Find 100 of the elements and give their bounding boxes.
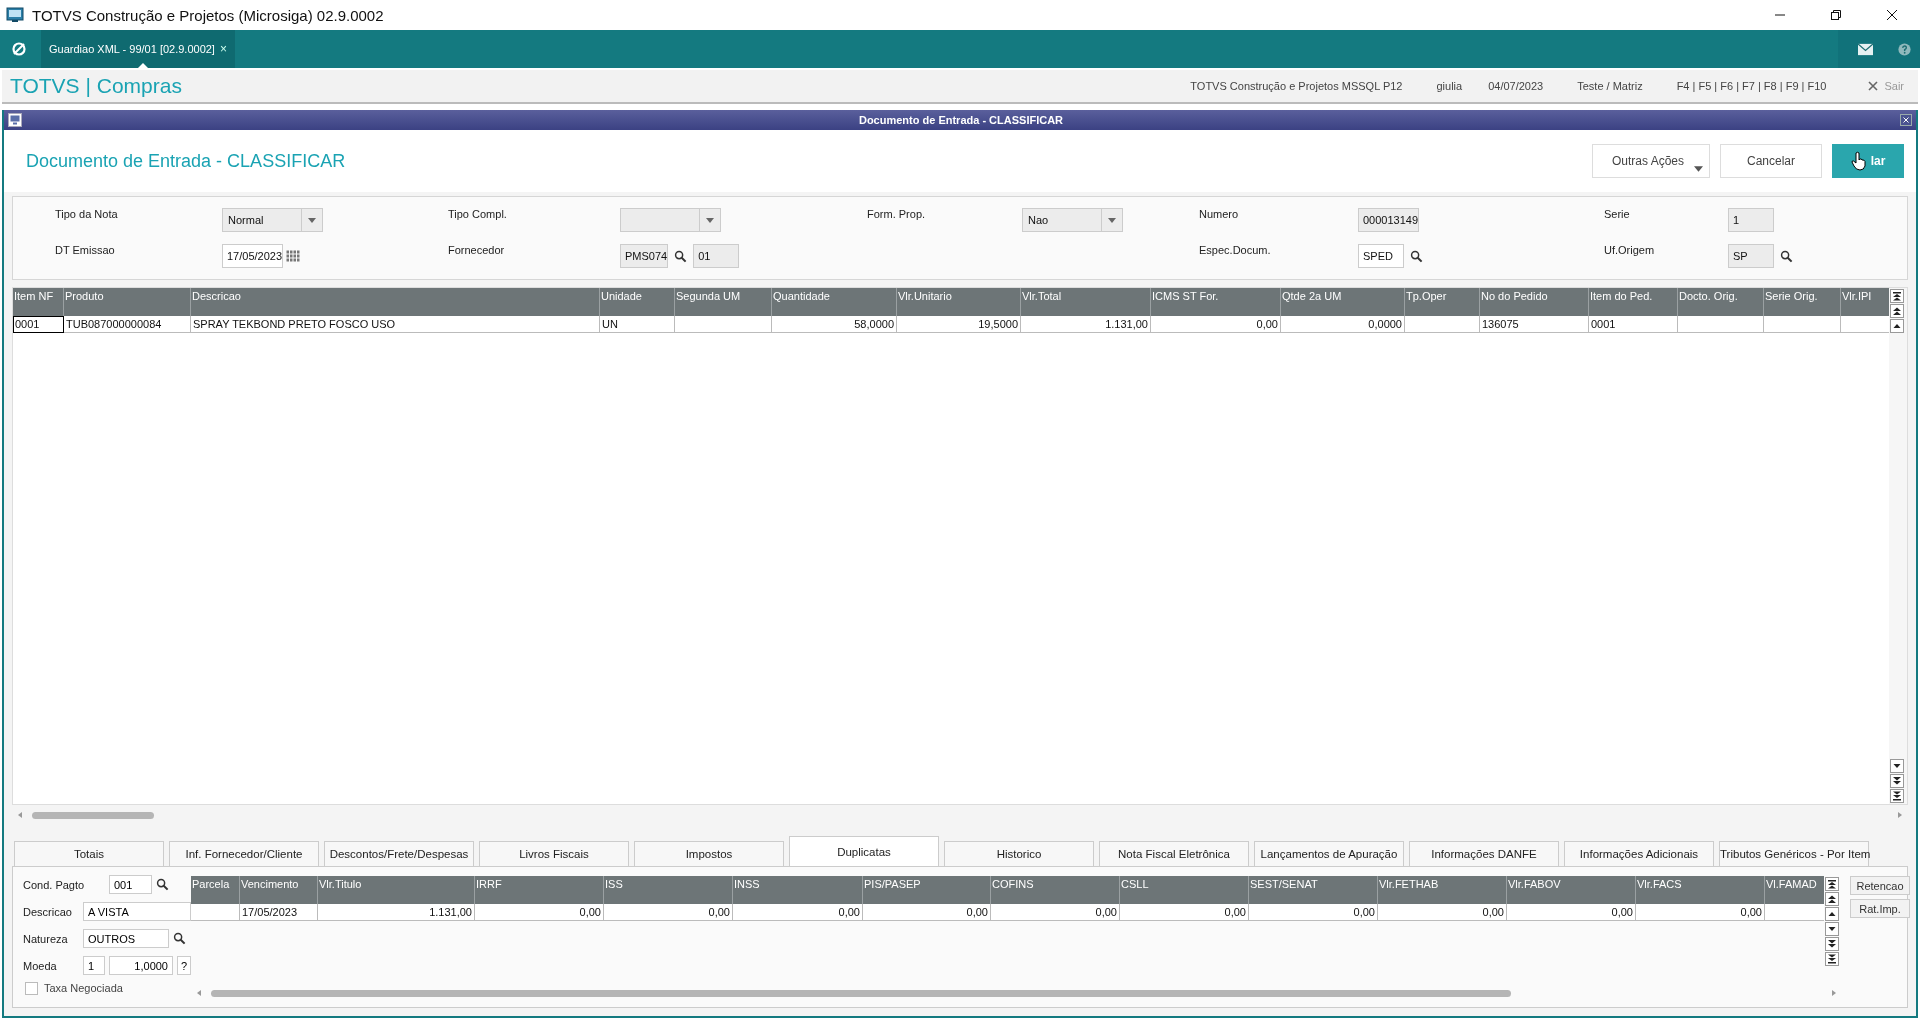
mail-icon[interactable] bbox=[1858, 42, 1873, 56]
scroll-up-icon[interactable] bbox=[1825, 892, 1839, 906]
folder-tab[interactable]: Informações DANFE bbox=[1409, 841, 1559, 866]
restore-icon[interactable] bbox=[1830, 9, 1842, 21]
close-icon[interactable] bbox=[1900, 114, 1912, 126]
status-text: TOTVS Construção e Projetos MSSQL P12 bbox=[1190, 80, 1403, 92]
table-cell: 0001 bbox=[13, 316, 64, 333]
folder-tab[interactable]: Descontos/Frete/Despesas bbox=[324, 841, 474, 866]
folder-tab[interactable]: Historico bbox=[944, 841, 1094, 866]
caret-icon bbox=[706, 217, 714, 223]
page-heading: Documento de Entrada - CLASSIFICAR bbox=[26, 150, 346, 172]
folder-tab[interactable]: Impostos bbox=[634, 841, 784, 866]
field-label: Moeda bbox=[23, 959, 58, 972]
close-icon[interactable] bbox=[1886, 9, 1898, 21]
scroll-left-icon[interactable] bbox=[195, 989, 203, 997]
app-icon bbox=[6, 7, 24, 23]
folder-tab[interactable]: Tributos Genéricos - Por Item bbox=[1719, 841, 1869, 866]
side-button[interactable]: Retencao bbox=[1850, 876, 1910, 895]
scroll-up-icon[interactable] bbox=[1825, 877, 1839, 891]
scroll-down-icon[interactable] bbox=[1825, 937, 1839, 951]
scroll-right-icon[interactable] bbox=[1896, 811, 1904, 819]
field-label: Numero bbox=[1199, 207, 1240, 220]
scroll-down-icon[interactable] bbox=[1825, 922, 1839, 936]
table-cell: 0,00 bbox=[475, 904, 604, 921]
table-cell: 1.131,00 bbox=[318, 904, 475, 921]
scroll-up-icon[interactable] bbox=[1890, 304, 1904, 318]
scroll-up-icon[interactable] bbox=[1890, 319, 1904, 333]
scroll-down-icon[interactable] bbox=[1825, 952, 1839, 966]
folder-tab[interactable]: Livros Fiscais bbox=[479, 841, 629, 866]
checkbox-label: Taxa Negociada bbox=[44, 982, 123, 994]
hand-cursor-icon bbox=[1850, 151, 1867, 171]
table-cell: 0,00 bbox=[604, 904, 733, 921]
scroll-down-icon[interactable] bbox=[1890, 789, 1904, 803]
action-button[interactable]: Outras Ações bbox=[1592, 144, 1710, 178]
input-field[interactable]: 001 bbox=[109, 875, 152, 894]
folder-tab[interactable]: Informações Adicionais bbox=[1564, 841, 1714, 866]
search-icon[interactable] bbox=[1780, 249, 1793, 263]
scroll-up-icon[interactable] bbox=[1890, 289, 1904, 303]
folder-tab[interactable]: Duplicatas bbox=[789, 836, 939, 866]
input-field[interactable]: 1,0000 bbox=[109, 956, 173, 975]
program-tab[interactable]: Guardiao XML - 99/01 [02.9.0002] × bbox=[41, 30, 235, 68]
field-label: Fornecedor bbox=[448, 243, 506, 256]
field-label: Espec.Docum. bbox=[1199, 243, 1272, 256]
folder-tab[interactable]: Inf. Fornecedor/Cliente bbox=[169, 841, 319, 866]
table-cell: 0,00 bbox=[1636, 904, 1765, 921]
table-cell: UN bbox=[600, 316, 675, 333]
calendar-icon[interactable] bbox=[286, 250, 301, 262]
input-field[interactable]: A VISTA bbox=[83, 902, 191, 921]
field-label: Form. Prop. bbox=[867, 207, 927, 220]
input-field[interactable]: SPED bbox=[1358, 244, 1404, 268]
folder-tab[interactable]: Lançamentos de Apuração bbox=[1254, 841, 1404, 866]
search-icon[interactable] bbox=[173, 932, 186, 945]
dialog-title: Documento de Entrada - CLASSIFICAR bbox=[857, 114, 1065, 126]
table-cell: 0,00 bbox=[1507, 904, 1636, 921]
search-icon[interactable] bbox=[674, 249, 688, 263]
input-field[interactable]: 1 bbox=[83, 956, 105, 975]
scroll-left-icon[interactable] bbox=[16, 811, 24, 819]
table-cell: SPRAY TEKBOND PRETO FOSCO USO bbox=[191, 316, 600, 333]
field-label: DT Emissao bbox=[55, 243, 116, 256]
table-cell: 0,00 bbox=[863, 904, 991, 921]
help-button[interactable]: ? bbox=[177, 956, 191, 975]
table-cell: 0001 bbox=[1589, 316, 1678, 333]
search-icon[interactable] bbox=[156, 878, 169, 891]
side-button[interactable]: Rat.Imp. bbox=[1850, 899, 1910, 918]
status-text: giulia bbox=[1436, 80, 1463, 92]
scroll-right-icon[interactable] bbox=[1830, 989, 1838, 997]
window-icon bbox=[8, 113, 22, 127]
help-icon[interactable] bbox=[1897, 42, 1912, 56]
field-label: Serie bbox=[1604, 207, 1631, 220]
action-button[interactable]: lar bbox=[1832, 144, 1904, 178]
status-text: F4 | F5 | F6 | F7 | F8 | F9 | F10 bbox=[1676, 80, 1827, 92]
field-label: Descricao bbox=[23, 905, 73, 918]
field-label: Tipo Compl. bbox=[448, 207, 508, 220]
folder-tab[interactable]: Totais bbox=[14, 841, 164, 866]
caret-icon bbox=[1108, 217, 1116, 223]
folder-tab[interactable]: Nota Fiscal Eletrônica bbox=[1099, 841, 1249, 866]
table-cell: 0,00 bbox=[1120, 904, 1249, 921]
action-button[interactable]: Cancelar bbox=[1720, 144, 1822, 178]
status-text: Teste / Matriz bbox=[1577, 80, 1643, 92]
table-cell: 17/05/2023 bbox=[240, 904, 318, 921]
field-label: Uf.Origem bbox=[1604, 243, 1656, 256]
scroll-up-icon[interactable] bbox=[1825, 907, 1839, 921]
field-label: Natureza bbox=[23, 932, 69, 945]
table-cell: 0,00 bbox=[1378, 904, 1507, 921]
date-field[interactable]: 17/05/2023 bbox=[222, 244, 284, 268]
tab-close[interactable]: × bbox=[219, 42, 227, 56]
checkbox[interactable] bbox=[25, 981, 38, 995]
scroll-down-icon[interactable] bbox=[1890, 774, 1904, 788]
table-cell: 0,00 bbox=[1151, 316, 1281, 333]
table-cell: 0,0000 bbox=[1281, 316, 1405, 333]
caret-icon bbox=[308, 217, 316, 223]
search-icon[interactable] bbox=[1410, 249, 1423, 263]
table-cell: 1.131,00 bbox=[1021, 316, 1151, 333]
window-title: TOTVS Construção e Projetos (Microsiga) 02.9.0002 bbox=[32, 6, 384, 24]
table-cell: 136075 bbox=[1480, 316, 1589, 333]
input-field[interactable]: OUTROS bbox=[83, 929, 169, 948]
table-cell: 0,00 bbox=[991, 904, 1120, 921]
scroll-down-icon[interactable] bbox=[1890, 759, 1904, 773]
status-text: 04/07/2023 bbox=[1488, 80, 1544, 92]
tab-label: Guardiao XML - 99/01 [02.9.0002] bbox=[49, 43, 215, 55]
